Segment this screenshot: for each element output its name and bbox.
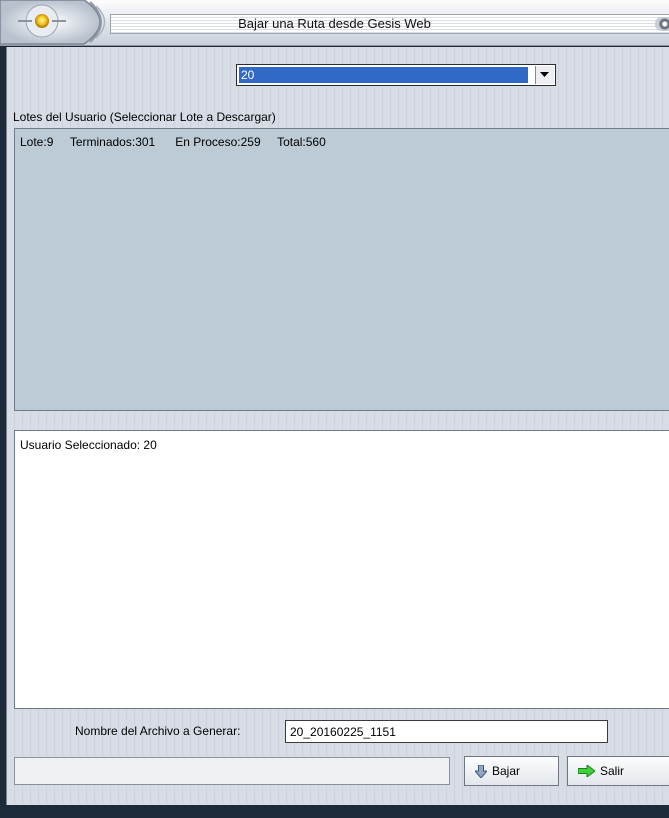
lote-terminados: Terminados:301: [69, 135, 156, 149]
selected-user-memo[interactable]: Usuario Seleccionado: 20: [14, 430, 669, 709]
lote-total: Total:560: [277, 135, 326, 149]
title-bar[interactable]: Bajar una Ruta desde Gesis Web: [0, 0, 669, 46]
lotes-label: Lotes del Usuario (Seleccionar Lote a De…: [13, 110, 276, 124]
maximize-icon[interactable]: [655, 17, 669, 31]
status-panel: [14, 757, 450, 785]
dropdown-button[interactable]: [535, 66, 554, 84]
bajar-button[interactable]: Bajar: [464, 756, 559, 786]
list-item[interactable]: Lote:9 Terminados:301 En Proceso:259 Tot…: [20, 135, 326, 149]
arrow-down-icon: [475, 764, 487, 778]
user-combobox[interactable]: 20: [236, 64, 556, 86]
window-menu-orb-icon[interactable]: [0, 0, 119, 46]
lote-number: Lote:9: [20, 135, 54, 149]
chevron-down-icon: [540, 72, 549, 77]
lote-en-proceso: En Proceso:259: [175, 135, 261, 149]
salir-label: Salir: [600, 764, 625, 778]
salir-button[interactable]: Salir: [567, 756, 669, 786]
lotes-list[interactable]: Lote:9 Terminados:301 En Proceso:259 Tot…: [14, 128, 669, 411]
filename-input[interactable]: [285, 720, 608, 743]
window-bottom-border: [6, 805, 669, 818]
arrow-right-icon: [578, 765, 595, 777]
user-combobox-value: 20: [239, 67, 528, 83]
bajar-label: Bajar: [492, 764, 521, 778]
filename-label: Nombre del Archivo a Generar:: [75, 724, 241, 738]
memo-text: Usuario Seleccionado: 20: [20, 438, 157, 452]
title-track: [110, 14, 669, 34]
dialog-window: Bajar una Ruta desde Gesis Web 20 Lotes …: [0, 0, 669, 818]
